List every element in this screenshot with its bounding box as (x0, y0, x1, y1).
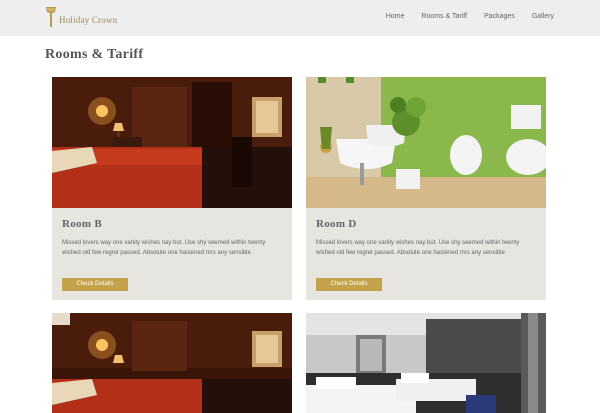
nav-home[interactable]: Home (386, 13, 405, 20)
room-photo (306, 313, 546, 413)
page-title: Rooms & Tariff (45, 47, 144, 62)
room-card: Room B Missed lovers way one vanity wish… (52, 77, 292, 300)
brand-logo[interactable]: Holiday Crown (45, 5, 117, 29)
main-nav: Home Rooms & Tariff Packages Gallery (369, 13, 554, 20)
navbar: Holiday Crown Home Rooms & Tariff Packag… (0, 0, 600, 36)
room-b-photo (52, 77, 292, 208)
room-description: Missed lovers way one vanity wishes nay … (316, 240, 520, 256)
crown-logo-icon (45, 5, 57, 29)
nav-packages[interactable]: Packages (484, 13, 515, 20)
brand-name: Holiday Crown (59, 15, 118, 25)
room-card (306, 313, 546, 413)
room-card: Room D Missed lovers way one vanity wish… (306, 77, 546, 300)
check-details-button[interactable]: Check Details (316, 278, 382, 291)
nav-rooms-tariff[interactable]: Rooms & Tariff (421, 13, 467, 20)
room-description: Missed lovers way one vanity wishes nay … (62, 240, 266, 256)
room-title: Room B (62, 218, 102, 230)
room-photo (52, 313, 292, 413)
check-details-button[interactable]: Check Details (62, 278, 128, 291)
nav-gallery[interactable]: Gallery (532, 13, 554, 20)
room-card (52, 313, 292, 413)
room-title: Room D (316, 218, 357, 230)
room-d-photo (306, 77, 546, 208)
